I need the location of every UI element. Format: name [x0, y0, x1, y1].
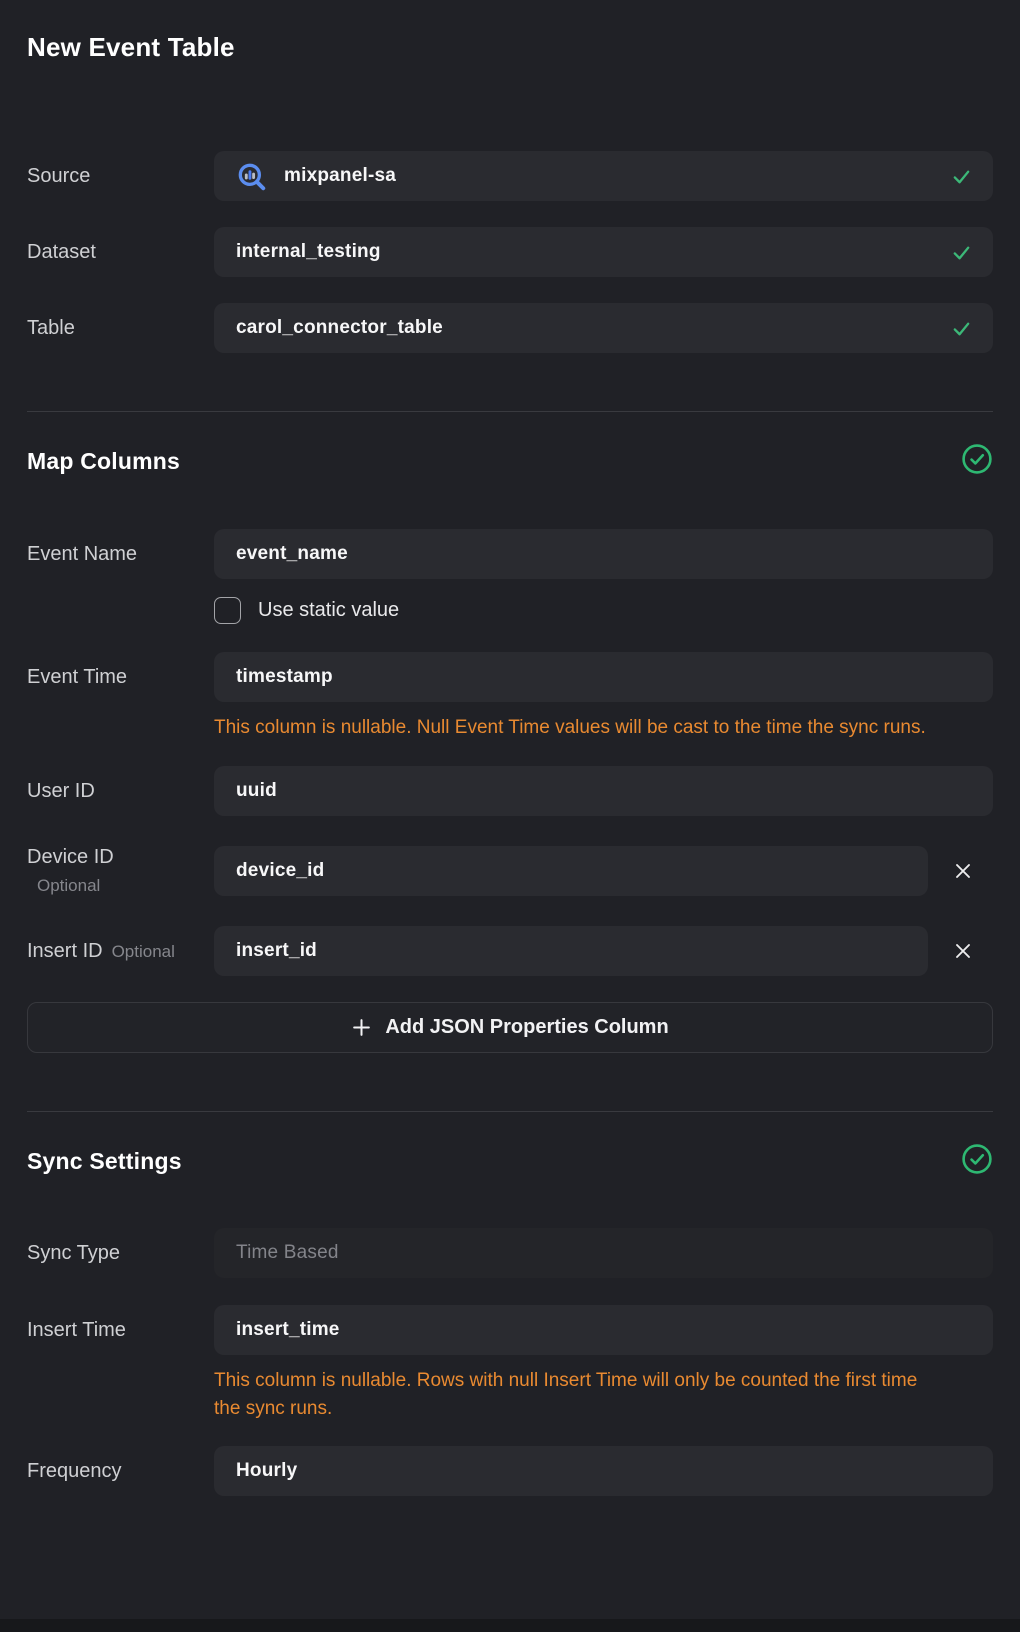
- device-id-label: Device ID: [27, 846, 214, 869]
- use-static-value-row: Use static value: [214, 597, 993, 624]
- dataset-value: internal_testing: [236, 241, 381, 263]
- remove-insert-id-button[interactable]: [952, 940, 974, 962]
- device-id-row: Device ID Optional device_id: [27, 846, 993, 896]
- insert-id-select[interactable]: insert_id: [214, 926, 928, 976]
- device-id-value: device_id: [236, 860, 324, 882]
- section-divider: [27, 411, 993, 412]
- plus-icon: [351, 1017, 372, 1038]
- sync-settings-header: Sync Settings: [27, 1143, 993, 1180]
- frequency-value: Hourly: [236, 1460, 297, 1482]
- table-row: Table carol_connector_table: [27, 303, 993, 353]
- source-value: mixpanel-sa: [284, 165, 396, 187]
- add-json-properties-label: Add JSON Properties Column: [385, 1016, 668, 1039]
- sync-settings-heading: Sync Settings: [27, 1148, 182, 1175]
- dataset-label: Dataset: [27, 241, 214, 264]
- user-id-label: User ID: [27, 780, 214, 803]
- use-static-value-checkbox[interactable]: [214, 597, 241, 624]
- insert-time-row: Insert Time insert_time: [27, 1305, 993, 1355]
- user-id-row: User ID uuid: [27, 766, 993, 816]
- sync-type-value: Time Based: [236, 1242, 339, 1264]
- insert-id-optional-label: Optional: [112, 942, 175, 962]
- dataset-row: Dataset internal_testing: [27, 227, 993, 277]
- event-name-select[interactable]: event_name: [214, 529, 993, 579]
- table-valid-check-icon: [950, 317, 973, 340]
- insert-id-row: Insert ID Optional insert_id: [27, 926, 993, 976]
- source-row: Source mixpanel-sa: [27, 151, 993, 201]
- insert-id-label: Insert ID: [27, 940, 103, 963]
- sync-settings-complete-icon: [961, 1143, 993, 1180]
- user-id-select[interactable]: uuid: [214, 766, 993, 816]
- bottom-edge: [0, 1619, 1020, 1632]
- event-time-nullable-warning: This column is nullable. Null Event Time…: [214, 714, 929, 742]
- new-event-table-form: New Event Table Source mixpanel-sa Datas…: [0, 0, 1020, 1496]
- table-label: Table: [27, 317, 214, 340]
- sync-type-select: Time Based: [214, 1228, 993, 1278]
- device-id-optional-label: Optional: [27, 876, 214, 896]
- event-time-value: timestamp: [236, 666, 333, 688]
- page-title: New Event Table: [27, 0, 993, 63]
- event-name-value: event_name: [236, 543, 348, 565]
- add-json-properties-button[interactable]: Add JSON Properties Column: [27, 1002, 993, 1053]
- source-label: Source: [27, 165, 214, 188]
- source-select[interactable]: mixpanel-sa: [214, 151, 993, 201]
- frequency-row: Frequency Hourly: [27, 1446, 993, 1496]
- insert-id-value: insert_id: [236, 940, 317, 962]
- user-id-value: uuid: [236, 780, 277, 802]
- device-id-label-group: Device ID Optional: [27, 846, 214, 896]
- table-value: carol_connector_table: [236, 317, 443, 339]
- insert-time-label: Insert Time: [27, 1319, 214, 1342]
- map-columns-heading: Map Columns: [27, 448, 180, 475]
- remove-device-id-button[interactable]: [952, 860, 974, 882]
- insert-id-label-group: Insert ID Optional: [27, 940, 214, 963]
- section-divider: [27, 1111, 993, 1112]
- frequency-select[interactable]: Hourly: [214, 1446, 993, 1496]
- sync-type-row: Sync Type Time Based: [27, 1228, 993, 1278]
- insert-time-value: insert_time: [236, 1319, 340, 1341]
- bigquery-source-icon: [236, 161, 267, 192]
- dataset-select[interactable]: internal_testing: [214, 227, 993, 277]
- sync-type-label: Sync Type: [27, 1242, 214, 1265]
- map-columns-header: Map Columns: [27, 443, 993, 480]
- event-time-label: Event Time: [27, 666, 214, 689]
- event-name-label: Event Name: [27, 543, 214, 566]
- dataset-valid-check-icon: [950, 241, 973, 264]
- insert-time-nullable-warning: This column is nullable. Rows with null …: [214, 1367, 929, 1423]
- event-name-row: Event Name event_name: [27, 529, 993, 579]
- insert-time-select[interactable]: insert_time: [214, 1305, 993, 1355]
- map-columns-complete-icon: [961, 443, 993, 480]
- use-static-value-label[interactable]: Use static value: [258, 599, 399, 622]
- event-time-row: Event Time timestamp: [27, 652, 993, 702]
- source-valid-check-icon: [950, 165, 973, 188]
- event-time-select[interactable]: timestamp: [214, 652, 993, 702]
- device-id-select[interactable]: device_id: [214, 846, 928, 896]
- table-select[interactable]: carol_connector_table: [214, 303, 993, 353]
- frequency-label: Frequency: [27, 1460, 214, 1483]
